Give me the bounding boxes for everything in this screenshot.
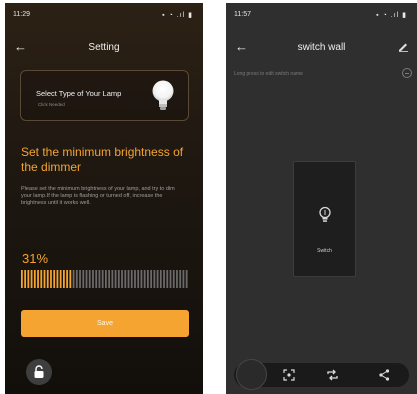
slider-tick (185, 270, 188, 288)
slider-tick (176, 270, 178, 288)
slider-tick (114, 270, 117, 288)
dimmer-heading: Set the minimum brightness of the dimmer (21, 145, 184, 174)
slider-tick (108, 270, 111, 288)
status-indicators: ▪ ◔ .ıl ▮ (376, 12, 407, 19)
slider-tick (30, 270, 33, 288)
slider-tick (150, 270, 153, 288)
page-title: switch wall (297, 42, 346, 53)
swap-icon[interactable] (326, 369, 339, 381)
home-circle-button[interactable] (236, 359, 267, 390)
slider-tick (21, 270, 23, 288)
right-phone-screen: 11:57 ▪ ◔ .ıl ▮ ← switch wall Long press… (226, 3, 417, 394)
status-time: 11:29 (13, 11, 30, 18)
lock-icon (34, 365, 44, 378)
slider-tick (143, 270, 146, 288)
slider-tick (79, 270, 81, 288)
lamp-card-title: Select Type of Your Lamp (36, 89, 122, 98)
slider-tick (37, 270, 39, 288)
slider-tick (159, 270, 162, 288)
info-icon[interactable] (402, 68, 412, 78)
slider-tick (169, 270, 172, 288)
status-bar: 11:57 ▪ ◔ .ıl ▮ (234, 11, 409, 21)
slider-tick (147, 270, 149, 288)
bulb-icon (152, 80, 174, 110)
slider-tick (66, 270, 69, 288)
slider-tick (72, 270, 75, 288)
slider-tick (153, 270, 156, 288)
slider-tick (40, 270, 43, 288)
select-lamp-type-card[interactable]: Select Type of Your Lamp Click Needed (20, 70, 189, 121)
slider-tick (105, 270, 107, 288)
switch-label: Switch (317, 248, 332, 254)
slider-tick (134, 270, 136, 288)
slider-tick (95, 270, 98, 288)
slider-tick (137, 270, 140, 288)
slider-tick (121, 270, 123, 288)
slider-tick (43, 270, 46, 288)
slider-tick (98, 270, 101, 288)
slider-tick (127, 270, 130, 288)
slider-tick (130, 270, 133, 288)
slider-tick (75, 270, 78, 288)
status-indicators: ▪ ◔ .ıl ▮ (162, 12, 193, 19)
slider-tick (59, 270, 62, 288)
save-button[interactable]: Save (21, 310, 189, 337)
dimmer-description: Please set the minimum brightness of you… (21, 186, 175, 206)
page-title: Setting (88, 42, 120, 53)
slider-tick (117, 270, 120, 288)
slider-tick (53, 270, 56, 288)
slider-tick (46, 270, 49, 288)
bottom-toolbar (234, 359, 409, 390)
slider-tick (56, 270, 59, 288)
slider-tick (27, 270, 30, 288)
slider-tick (156, 270, 159, 288)
left-phone-screen: 11:29 ▪ ◔ .ıl ▮ ← Setting Select Type of… (5, 3, 203, 394)
slider-tick (33, 270, 36, 288)
top-bar: ← switch wall (226, 39, 417, 59)
switch-button[interactable]: Switch (293, 161, 356, 277)
slider-tick (82, 270, 85, 288)
status-bar: 11:29 ▪ ◔ .ıl ▮ (13, 11, 195, 21)
slider-tick (101, 270, 104, 288)
slider-tick (88, 270, 91, 288)
slider-tick (50, 270, 52, 288)
share-icon[interactable] (379, 369, 390, 381)
slider-tick (69, 270, 72, 288)
lock-button[interactable] (26, 359, 52, 385)
bulb-icon (319, 206, 331, 222)
status-time: 11:57 (234, 11, 251, 18)
slider-tick (24, 270, 27, 288)
slider-tick (111, 270, 114, 288)
slider-tick (92, 270, 94, 288)
edit-hint-text: Long press to edit switch name (234, 71, 303, 77)
slider-tick (124, 270, 127, 288)
top-bar: ← Setting (5, 39, 203, 59)
slider-tick (172, 270, 175, 288)
brightness-slider[interactable] (21, 269, 189, 289)
pencil-icon[interactable] (398, 41, 409, 52)
slider-tick (140, 270, 143, 288)
slider-tick (163, 270, 165, 288)
slider-tick (179, 270, 182, 288)
slider-tick (63, 270, 65, 288)
slider-tick (182, 270, 185, 288)
lamp-card-subtitle: Click Needed (38, 102, 65, 107)
brightness-percent: 31% (22, 251, 49, 266)
screenshot-icon[interactable] (283, 369, 295, 381)
slider-tick (85, 270, 88, 288)
slider-tick (166, 270, 169, 288)
